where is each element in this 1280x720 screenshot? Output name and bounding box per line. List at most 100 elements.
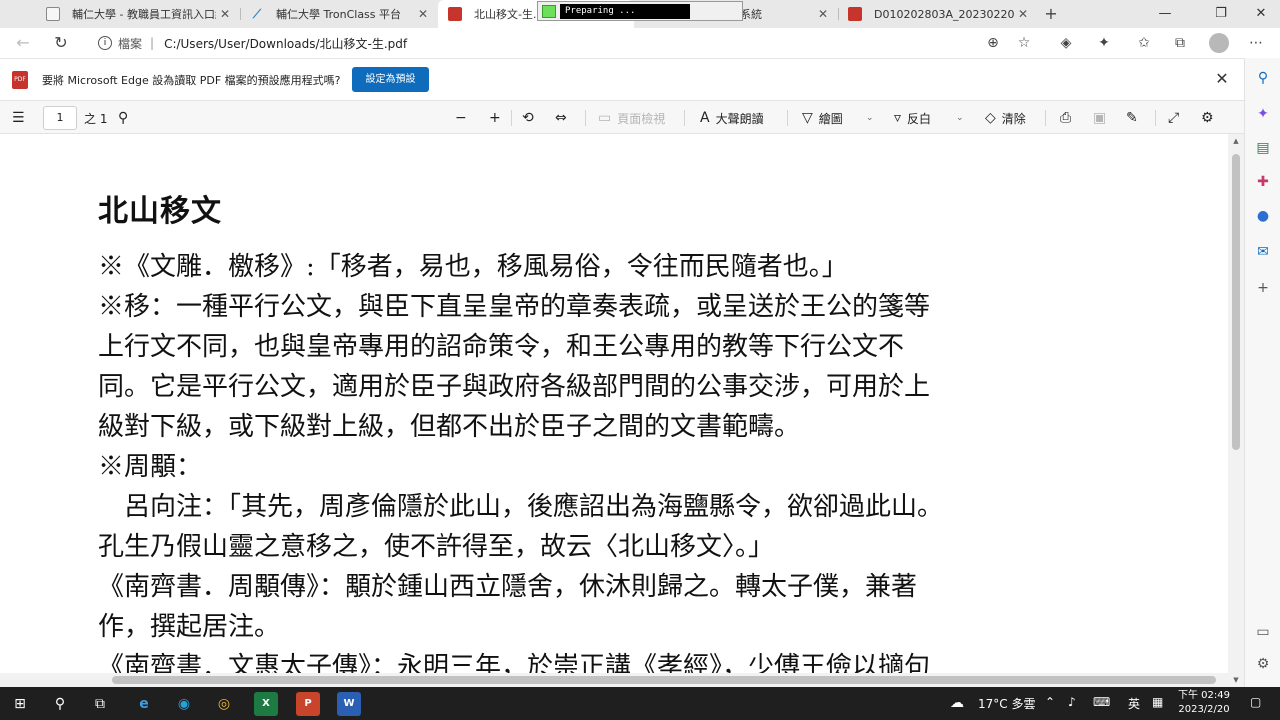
scroll-up-icon[interactable]: ▲	[1228, 134, 1244, 148]
word-icon[interactable]: W	[337, 692, 361, 716]
draw-options-chevron[interactable]: ⌄	[866, 108, 874, 128]
more-icon[interactable]: ⋯	[1246, 33, 1266, 53]
zoom-in-icon[interactable]: +	[489, 108, 507, 128]
tab-tronclass[interactable]: ⟋ 輔仁大學 TronClass 平台 ✕	[240, 0, 438, 28]
add-icon[interactable]: +	[1253, 278, 1273, 298]
rotate-icon[interactable]: ⟲	[522, 108, 540, 128]
keyboard-icon[interactable]: ▦	[1152, 695, 1163, 709]
draw-button[interactable]: ▽ 繪圖	[802, 108, 843, 128]
scrollbar-thumb[interactable]	[112, 676, 1216, 684]
close-icon[interactable]: ✕	[1212, 69, 1232, 89]
avatar[interactable]	[1209, 33, 1229, 53]
highlight-button[interactable]: ▿ 反白	[894, 108, 931, 128]
tab-portal[interactable]: 輔仁大學 - 教職員工資訊入口網 ✕	[36, 0, 240, 28]
settings-gear-icon[interactable]: ⚙	[1253, 654, 1273, 674]
tab-strip: 輔仁大學 - 教職員工資訊入口網 ✕ ⟋ 輔仁大學 TronClass 平台 ✕…	[0, 0, 1280, 28]
settings-gear-icon[interactable]: ⚙	[1201, 108, 1220, 128]
close-window-button[interactable]: ✕	[1246, 4, 1276, 24]
pdf-toolbar: ☰ 1 之 1 ⚲ − + ⟲ ⇔ ▭ 頁面檢視 A 大聲朗讀 ▽ 繪圖 ⌄ ▿ 反白 …	[0, 100, 1244, 134]
minimize-button[interactable]: —	[1150, 4, 1180, 24]
back-arrow-icon[interactable]: ←	[12, 32, 34, 54]
copilot-icon[interactable]: ✦	[1253, 104, 1273, 124]
excel-icon[interactable]: X	[254, 692, 278, 716]
windows-start-icon[interactable]: ⊞	[8, 692, 32, 716]
draw-icon: ▽	[802, 110, 813, 126]
toolbar-divider	[1155, 110, 1156, 126]
read-aloud-button[interactable]: A 大聲朗讀	[700, 108, 764, 128]
erase-label: 清除	[1001, 111, 1026, 126]
weather-cloud-icon: ☁	[950, 695, 964, 711]
network-icon[interactable]: ⌨	[1093, 695, 1110, 709]
close-tab-icon[interactable]: ✕	[216, 7, 234, 21]
search-icon[interactable]: ⚲	[1253, 68, 1273, 88]
games-icon[interactable]: ●	[1253, 206, 1273, 226]
scroll-down-icon[interactable]: ▼	[1228, 673, 1244, 687]
extension-icon[interactable]: ◈	[1056, 33, 1076, 53]
page-total: 之 1	[84, 111, 108, 126]
document-line: 《南齊書．周顒傳》：顒於鍾山西立隱舍，休沐則歸之。轉太子僕，兼著	[98, 572, 918, 602]
tools-icon[interactable]: ✚	[1253, 172, 1273, 192]
divider: |	[150, 36, 155, 50]
pdf-document-view[interactable]: 北山移文 ※《文雕．檄移》:「移者，易也，移風易俗，令往而民隨者也。」 ※移：一…	[0, 134, 1228, 687]
tab-title: D010202803A_20230220133617	[874, 7, 1014, 21]
powerpoint-icon[interactable]: P	[296, 692, 320, 716]
puzzle-icon[interactable]: ✦	[1094, 33, 1114, 53]
search-icon[interactable]: ⚲	[48, 692, 72, 716]
new-tab-button[interactable]: +	[1041, 4, 1061, 24]
fit-width-icon[interactable]: ⇔	[555, 108, 573, 128]
page-number-input[interactable]: 1	[43, 106, 77, 130]
chrome-icon[interactable]: ◎	[212, 692, 236, 716]
volume-icon[interactable]: ♪	[1068, 695, 1076, 709]
internet-explorer-icon[interactable]: e	[132, 692, 156, 716]
eraser-icon: ◇	[985, 110, 996, 126]
document-title: 北山移文	[98, 194, 222, 229]
sidebar-panel-icon[interactable]: ▭	[1253, 622, 1273, 642]
collections-icon[interactable]: ⧉	[1170, 33, 1190, 53]
horizontal-scrollbar[interactable]	[0, 673, 1228, 687]
scrollbar-thumb[interactable]	[1232, 154, 1240, 450]
document-icon	[46, 7, 60, 21]
page-view-button[interactable]: ▭ 頁面檢視	[598, 108, 665, 128]
close-tab-icon[interactable]: ✕	[814, 7, 832, 21]
document-line: ※《文雕．檄移》:「移者，易也，移風易俗，令往而民隨者也。」	[98, 252, 848, 282]
preparing-popup: Preparing ...	[537, 1, 743, 21]
save-as-icon[interactable]: ✎	[1126, 108, 1144, 128]
document-line: 孔生乃假山靈之意移之，使不許得至，故云〈北山移文〉。」	[98, 532, 775, 562]
favorites-icon[interactable]: ✩	[1134, 33, 1154, 53]
clock[interactable]: 下午 02:49 2023/2/20	[1176, 689, 1232, 717]
weather-text[interactable]: 17°C 多雲	[978, 695, 1035, 712]
highlight-label: 反白	[907, 111, 932, 126]
save-icon[interactable]: ▣	[1093, 108, 1112, 128]
zoom-out-icon[interactable]: −	[455, 108, 473, 128]
pdf-icon: PDF	[12, 71, 28, 89]
preparing-label: Preparing ...	[560, 4, 690, 19]
print-icon[interactable]: ⎙	[1060, 108, 1077, 128]
refresh-icon[interactable]: ↻	[50, 32, 72, 54]
zoom-icon[interactable]: ⊕	[983, 33, 1003, 53]
tab-title: 輔仁大學 TronClass 平台	[276, 8, 402, 21]
info-icon[interactable]: i	[98, 36, 112, 50]
contents-list-icon[interactable]: ☰	[12, 108, 31, 128]
close-tab-icon[interactable]: ✕	[1014, 7, 1032, 21]
shopping-icon[interactable]: ▤	[1253, 138, 1273, 158]
document-line: 級對下級，或下級對上級，但都不出於臣子之間的文書範疇。	[98, 412, 801, 442]
fullscreen-icon[interactable]: ⤢	[1168, 108, 1185, 128]
edge-icon[interactable]: ◉	[172, 692, 196, 716]
notification-icon[interactable]: ▢	[1250, 695, 1261, 709]
chevron-up-icon[interactable]: ⌃	[1045, 695, 1055, 709]
outlook-icon[interactable]: ✉	[1253, 242, 1273, 262]
close-tab-icon[interactable]: ✕	[414, 7, 432, 21]
erase-button[interactable]: ◇ 清除	[985, 108, 1026, 128]
vertical-scrollbar[interactable]: ▲ ▼	[1228, 134, 1244, 687]
highlight-options-chevron[interactable]: ⌄	[956, 108, 964, 128]
document-line: 作，撰起居注。	[98, 612, 281, 642]
search-icon[interactable]: ⚲	[118, 108, 134, 128]
task-view-icon[interactable]: ⧉	[88, 692, 112, 716]
set-default-button[interactable]: 設定為預設	[352, 67, 429, 92]
favorite-star-icon[interactable]: ☆	[1014, 33, 1034, 53]
tab-pdf-2[interactable]: D010202803A_20230220133617 ✕	[838, 0, 1038, 28]
scheme-label: 檔案	[118, 36, 143, 51]
ime-indicator[interactable]: 英	[1128, 695, 1140, 712]
restore-button[interactable]: ❐	[1206, 4, 1236, 24]
address-field[interactable]: i 檔案 | C:/Users/User/Downloads/北山移文-生.pd…	[88, 31, 1008, 55]
